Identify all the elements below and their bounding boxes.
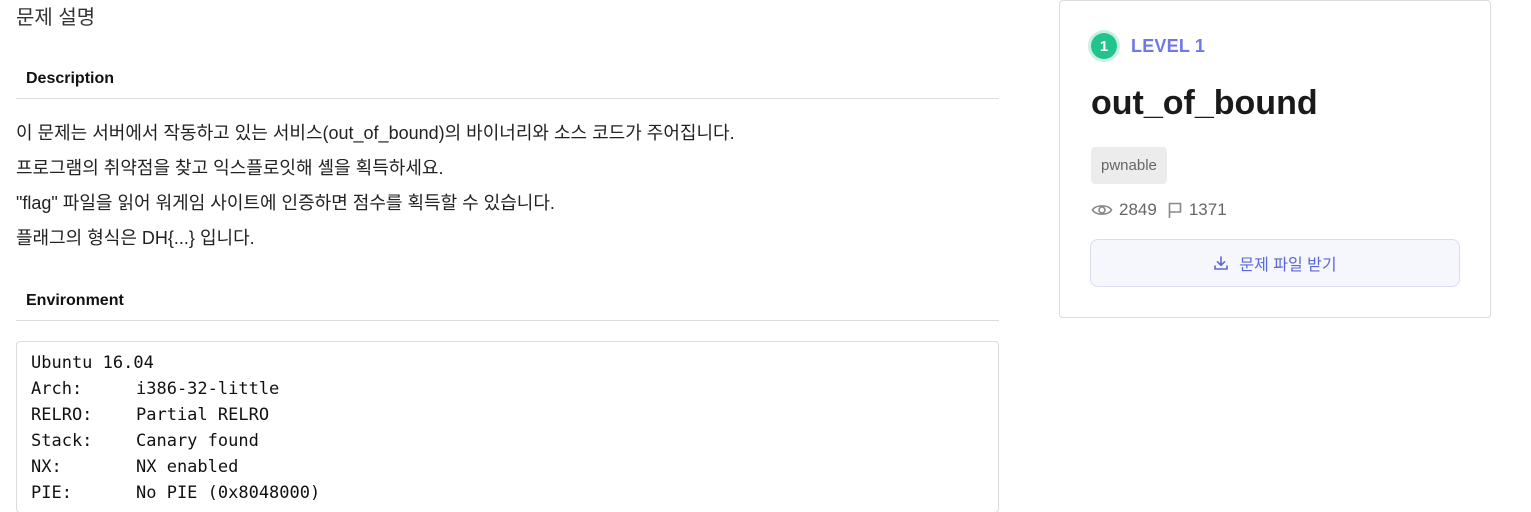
solves-stat: 1371: [1167, 200, 1227, 220]
description-line: "flag" 파일을 읽어 워게임 사이트에 인증하면 점수를 획득할 수 있습…: [16, 193, 555, 213]
env-os-line: Ubuntu 16.04: [31, 353, 154, 373]
description-line: 플래그의 형식은 DH{...} 입니다.: [16, 228, 255, 248]
level-indicator: 1 LEVEL 1: [1091, 33, 1205, 59]
download-files-button[interactable]: 문제 파일 받기: [1090, 239, 1460, 287]
level-badge: 1: [1091, 33, 1117, 59]
description-line: 이 문제는 서버에서 작동하고 있는 서비스(out_of_bound)의 바이…: [16, 123, 735, 143]
challenge-info-card: 1 LEVEL 1 out_of_bound pwnable 2849 1371…: [1059, 0, 1491, 318]
env-row: RELRO: Partial RELRO: [31, 402, 984, 428]
env-row: Stack: Canary found: [31, 428, 984, 454]
env-key: PIE:: [31, 483, 72, 503]
views-stat: 2849: [1091, 200, 1157, 220]
environment-code-block: Ubuntu 16.04 Arch: i386-32-little RELRO: P…: [16, 341, 999, 512]
env-value: NX enabled: [136, 457, 239, 477]
env-key: RELRO:: [31, 405, 93, 425]
solves-count: 1371: [1188, 200, 1227, 219]
challenge-stats: 2849 1371: [1091, 200, 1237, 220]
env-value: Canary found: [136, 431, 259, 451]
problem-description-panel: 문제 설명 Description 이 문제는 서버에서 작동하고 있는 서비스…: [16, 0, 999, 512]
env-value: No PIE (0x8048000): [136, 483, 321, 503]
env-row: PIE: No PIE (0x8048000): [31, 480, 984, 506]
description-body: 이 문제는 서버에서 작동하고 있는 서비스(out_of_bound)의 바이…: [16, 116, 999, 256]
env-row: Arch: i386-32-little: [31, 376, 984, 402]
env-value: i386-32-little: [136, 379, 280, 399]
description-heading: Description: [16, 68, 999, 99]
level-label: LEVEL 1: [1131, 35, 1206, 56]
description-line: 프로그램의 취약점을 찾고 익스플로잇해 셸을 획득하세요.: [16, 158, 444, 178]
env-key: Stack:: [31, 431, 93, 451]
env-key: Arch:: [31, 379, 83, 399]
category-tag[interactable]: pwnable: [1091, 147, 1167, 184]
download-icon: [1214, 256, 1229, 270]
environment-heading: Environment: [16, 290, 999, 321]
challenge-title: out_of_bound: [1091, 84, 1318, 122]
eye-icon: [1091, 205, 1113, 215]
page-title: 문제 설명: [16, 7, 96, 29]
env-key: NX:: [31, 457, 62, 477]
env-row: NX: NX enabled: [31, 454, 984, 480]
views-count: 2849: [1119, 200, 1157, 219]
flag-icon: [1168, 202, 1182, 218]
env-value: Partial RELRO: [136, 405, 270, 425]
download-button-label: 문제 파일 받기: [1239, 257, 1337, 274]
